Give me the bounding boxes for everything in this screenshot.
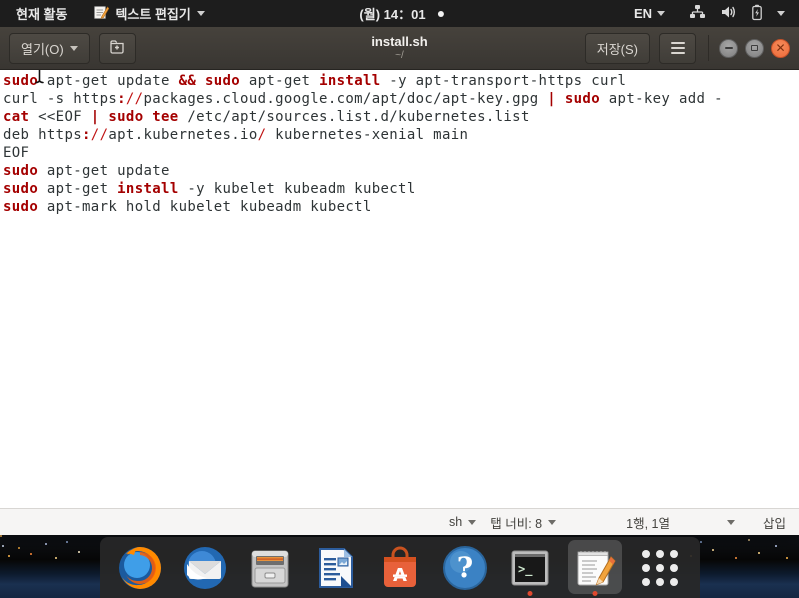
close-button[interactable]: ✕ [771, 38, 790, 58]
svg-text:>_: >_ [518, 562, 533, 577]
goto-line-dropdown[interactable] [726, 519, 735, 525]
save-button-label: 저장(S) [596, 41, 638, 57]
insert-mode-label: 삽입 [762, 516, 786, 531]
new-document-icon [109, 39, 125, 57]
caret-down-icon [468, 519, 477, 525]
wallpaper-lights [0, 535, 2, 537]
code-line: cat <<EOF | sudo tee /etc/apt/sources.li… [3, 109, 530, 125]
window-title-block: install.sh ~/ [371, 33, 428, 62]
gedit-status-bar: sh 탭 너비: 8 1행, 1열 삽입 [0, 508, 799, 535]
editor-text-area[interactable]: sudo apt-get update && sudo apt-get inst… [0, 70, 799, 508]
new-tab-button[interactable] [98, 32, 136, 64]
gedit-headerbar: 열기(O) install.sh ~/ 저장(S) ✕ [0, 27, 799, 70]
caret-down-icon [196, 11, 205, 16]
dock-app-grid[interactable] [632, 537, 688, 598]
code-line: curl -s https://packages.cloud.google.co… [3, 91, 723, 107]
headerbar-separator [708, 35, 709, 61]
minimize-icon [724, 47, 733, 49]
network-wired-icon[interactable] [689, 4, 706, 23]
system-menu-caret-icon[interactable] [777, 11, 785, 16]
clock-label: (월) 14：01 [359, 7, 426, 22]
code-line: EOF [3, 145, 30, 161]
tab-width-selector[interactable]: 탭 너비: 8 [490, 513, 557, 532]
caret-down-icon [69, 45, 78, 51]
libreoffice-writer-icon [318, 547, 353, 588]
running-indicator-dot [592, 591, 597, 596]
keyboard-layout-label: EN [633, 6, 652, 21]
files-icon [251, 550, 288, 587]
firefox-icon [118, 546, 161, 589]
dock-firefox[interactable] [112, 537, 168, 598]
code-line: deb https://apt.kubernetes.io/ kubernete… [3, 127, 469, 143]
document-title: install.sh [371, 33, 428, 49]
ubuntu-software-icon: A [383, 546, 416, 587]
volume-icon[interactable] [720, 4, 737, 23]
dock-files[interactable] [242, 537, 298, 598]
minimize-button[interactable] [719, 38, 738, 58]
dock-help[interactable]: ? [437, 537, 493, 598]
activities-label: 현재 활동 [16, 7, 68, 22]
insert-mode-indicator: 삽입 [763, 513, 786, 532]
menu-button[interactable] [659, 32, 696, 64]
open-button-label: 열기(O) [21, 41, 64, 57]
code-line: sudo apt-get install -y kubelet kubeadm … [3, 181, 416, 197]
battery-charging-icon[interactable] [751, 4, 763, 24]
help-icon: ? [442, 545, 487, 590]
notification-dot [437, 10, 444, 17]
gedit-dock-icon [577, 550, 616, 585]
dock-ubuntu-software[interactable]: A [372, 537, 428, 598]
keyboard-layout-indicator[interactable]: EN [634, 6, 665, 21]
dock-thunderbird[interactable] [177, 537, 233, 598]
dock-gedit[interactable] [567, 537, 623, 598]
language-label: sh [449, 515, 463, 529]
caret-down-icon [657, 11, 665, 16]
open-button[interactable]: 열기(O) [9, 32, 90, 64]
maximize-button[interactable] [745, 38, 764, 58]
terminal-icon: >_ [511, 550, 548, 585]
running-indicator-dot [527, 591, 532, 596]
cursor-position-indicator: 1행, 1열 [626, 513, 670, 532]
tab-width-label: 탭 너비: 8 [490, 516, 543, 531]
caret-down-icon [726, 519, 735, 525]
thunderbird-icon [183, 546, 226, 589]
app-grid-icon [641, 549, 678, 586]
document-path: ~/ [395, 50, 404, 62]
hamburger-menu-icon [670, 42, 685, 54]
close-icon: ✕ [775, 40, 786, 55]
ubuntu-dock: A ? >_ [99, 537, 700, 598]
code-line: sudo apt-get update [3, 163, 170, 179]
svg-text:?: ? [456, 551, 472, 584]
clock-button[interactable]: (월) 14：01 [355, 0, 429, 27]
code-line: sudo apt-mark hold kubelet kubeadm kubec… [3, 199, 372, 215]
dock-terminal[interactable]: >_ [502, 537, 558, 598]
activities-button[interactable]: 현재 활동 [12, 0, 71, 27]
gedit-icon [93, 4, 110, 23]
gnome-top-bar: 현재 활동 텍스트 편집기 (월) 14：01 EN [0, 0, 799, 27]
save-button[interactable]: 저장(S) [584, 32, 650, 64]
code-line: sudo apt-get update && sudo apt-get inst… [3, 73, 627, 89]
cursor-position-label: 1행, 1열 [626, 516, 670, 531]
dock-libreoffice-writer[interactable] [307, 537, 363, 598]
code-lines: sudo apt-get update && sudo apt-get inst… [3, 72, 799, 216]
app-menu-button[interactable]: 텍스트 편집기 [89, 0, 208, 27]
app-menu-label: 텍스트 편집기 [115, 7, 191, 22]
maximize-icon [751, 45, 758, 51]
caret-down-icon [548, 519, 557, 525]
gedit-window: 열기(O) install.sh ~/ 저장(S) ✕ sudo apt-get… [0, 27, 799, 535]
language-selector[interactable]: sh [449, 515, 477, 529]
